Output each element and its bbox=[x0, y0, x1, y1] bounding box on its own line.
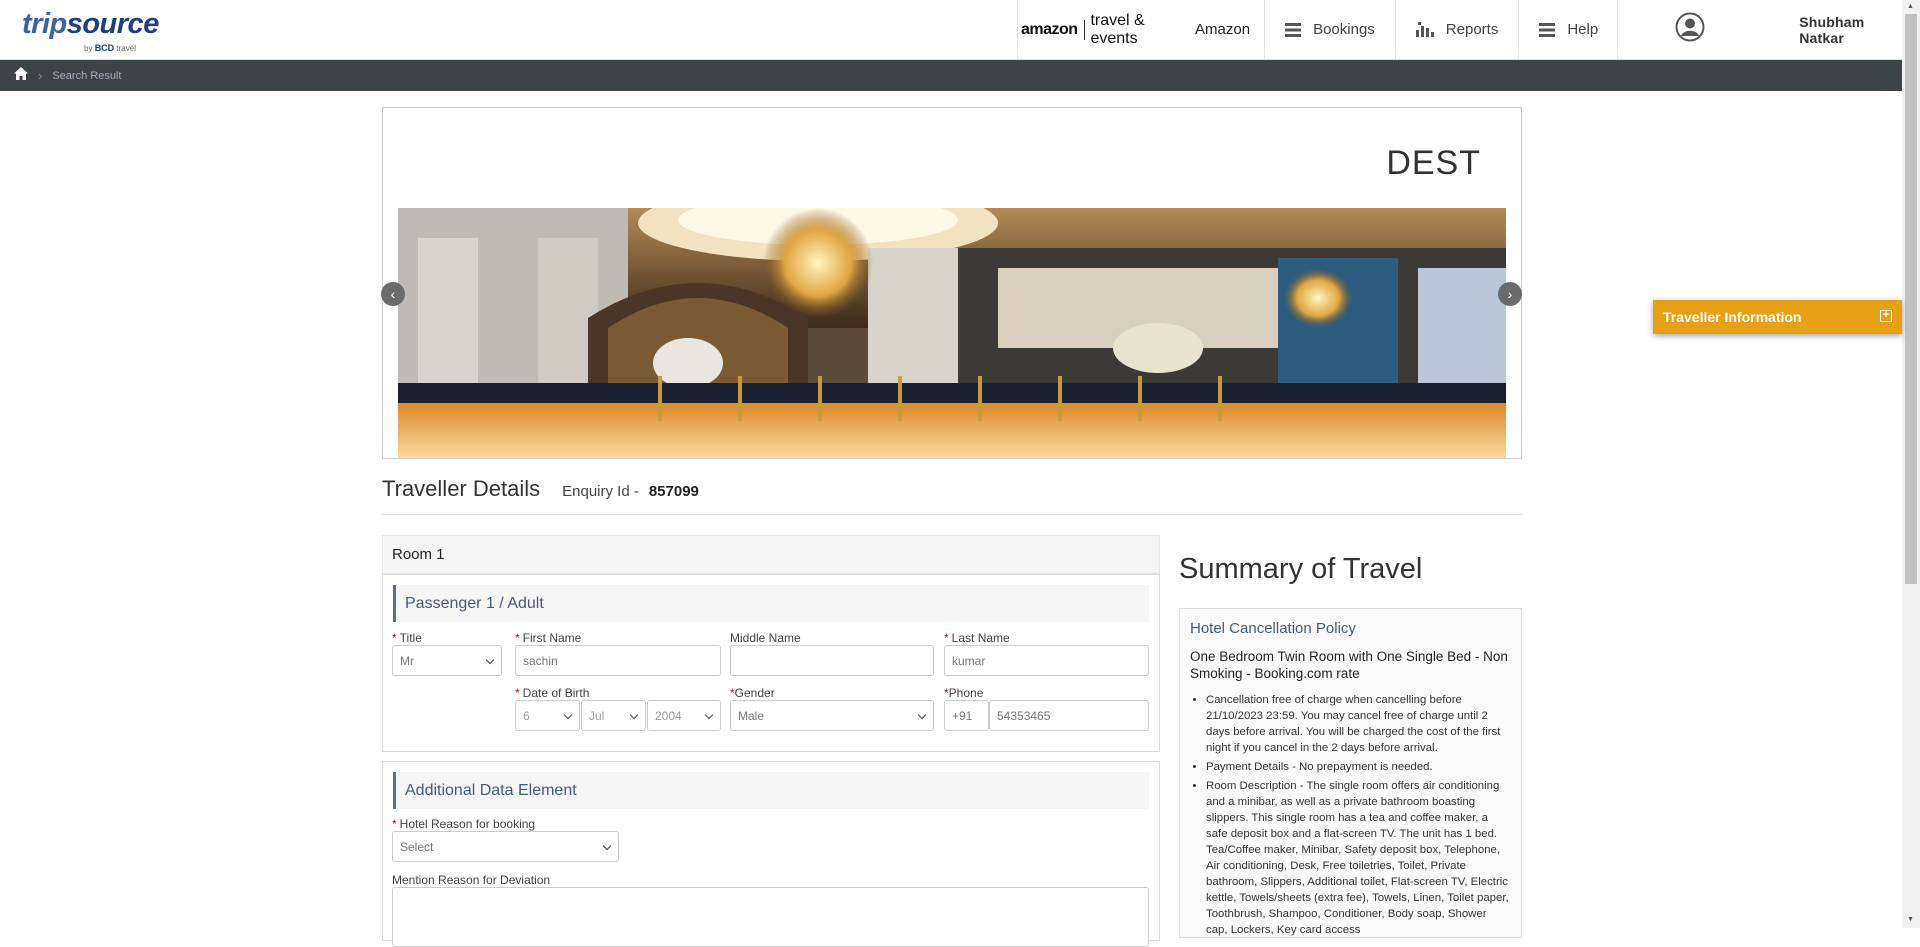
list-icon bbox=[1285, 22, 1302, 37]
hotel-lobby-image bbox=[398, 208, 1506, 458]
cancellation-policy-heading: Hotel Cancellation Policy bbox=[1190, 620, 1356, 637]
tripsource-logo[interactable]: tripsource by BCD travel bbox=[22, 8, 160, 53]
expand-icon[interactable]: + bbox=[1880, 310, 1892, 322]
summary-box: Hotel Cancellation Policy One Bedroom Tw… bbox=[1179, 608, 1522, 938]
middle-name-label: Middle Name bbox=[730, 631, 801, 645]
breadcrumb-current: Search Result bbox=[52, 69, 122, 82]
main-nav: amazon travel & events Amazon Bookings R… bbox=[1017, 0, 1902, 59]
phone-label: *Phone bbox=[944, 686, 984, 700]
hotel-reason-select[interactable]: Select bbox=[392, 831, 619, 862]
summary-title: Summary of Travel bbox=[1179, 553, 1423, 585]
title-label: * Title bbox=[392, 631, 422, 645]
additional-data-panel: Additional Data Element * Hotel Reason fo… bbox=[382, 761, 1160, 947]
user-name[interactable]: Shubham Natkar bbox=[1799, 14, 1902, 46]
traveller-details-header: Traveller Details Enquiry Id - 857099 bbox=[382, 476, 1522, 515]
phone-number-input[interactable]: 54353465 bbox=[989, 700, 1149, 731]
scroll-up-icon[interactable]: ▲ bbox=[1907, 3, 1914, 10]
policy-list: Cancellation free of charge when cancell… bbox=[1190, 692, 1511, 937]
page-title: Traveller Details bbox=[382, 476, 541, 501]
deviation-reason-textarea[interactable] bbox=[392, 887, 1149, 947]
user-profile[interactable]: Shubham Natkar bbox=[1617, 0, 1902, 59]
travel-events-text: travel & events bbox=[1090, 11, 1145, 47]
gender-label: *Gender bbox=[730, 686, 775, 700]
logo-text-trip: trip bbox=[22, 8, 67, 40]
title-select[interactable]: Mr bbox=[392, 645, 502, 676]
passenger-panel: Passenger 1 / Adult * Title Mr * First Nam… bbox=[382, 574, 1160, 752]
nav-reports[interactable]: Reports bbox=[1394, 0, 1519, 59]
policy-item: Cancellation free of charge when cancell… bbox=[1206, 692, 1511, 756]
user-avatar-icon[interactable] bbox=[1675, 12, 1705, 47]
client-logo: amazon travel & events Amazon bbox=[1017, 0, 1264, 59]
dob-month-select[interactable]: Jul bbox=[581, 700, 646, 731]
policy-item: Payment Details - No prepayment is neede… bbox=[1206, 759, 1511, 775]
room-name: One Bedroom Twin Room with One Single Be… bbox=[1190, 649, 1508, 681]
gallery-next-icon[interactable]: › bbox=[1498, 282, 1522, 306]
client-name: Amazon bbox=[1195, 21, 1251, 38]
scrollbar-thumb[interactable] bbox=[1905, 14, 1917, 584]
gender-select[interactable]: Male bbox=[730, 700, 934, 731]
traveller-information-tab[interactable]: Traveller Information + bbox=[1653, 300, 1902, 334]
nav-help[interactable]: Help bbox=[1518, 0, 1617, 59]
middle-name-input[interactable] bbox=[730, 645, 934, 676]
additional-data-heading: Additional Data Element bbox=[393, 772, 1149, 809]
hotel-reason-label: * Hotel Reason for booking bbox=[392, 817, 536, 831]
dob-year-select[interactable]: 2004 bbox=[647, 700, 721, 731]
logo-text-source: source bbox=[66, 8, 160, 40]
first-name-input[interactable]: sachin bbox=[515, 645, 721, 676]
enquiry-id-value: 857099 bbox=[648, 483, 699, 500]
room-label: Room 1 bbox=[392, 546, 445, 563]
nav-bookings[interactable]: Bookings bbox=[1264, 0, 1395, 59]
last-name-label: * Last Name bbox=[944, 631, 1010, 645]
breadcrumb: › Search Result bbox=[0, 60, 1902, 91]
traveller-information-label: Traveller Information bbox=[1663, 309, 1802, 325]
room-header: Room 1 bbox=[382, 535, 1160, 574]
scroll-down-icon[interactable]: ▼ bbox=[1907, 916, 1914, 923]
top-header: tripsource by BCD travel amazon travel &… bbox=[0, 0, 1902, 60]
logo-byline: by BCD travel bbox=[84, 43, 136, 53]
gallery-prev-icon[interactable]: ‹ bbox=[381, 282, 405, 306]
phone-country-code[interactable]: +91 bbox=[944, 700, 989, 731]
passenger-heading: Passenger 1 / Adult bbox=[393, 585, 1149, 622]
enquiry-id-label: Enquiry Id - bbox=[562, 483, 639, 500]
dob-day-select[interactable]: 6 bbox=[515, 700, 580, 731]
first-name-label: * First Name bbox=[515, 631, 582, 645]
policy-item: Room Description - The single room offer… bbox=[1206, 778, 1511, 937]
list-icon bbox=[1539, 22, 1556, 37]
home-icon[interactable] bbox=[14, 66, 28, 85]
nav-reports-label: Reports bbox=[1445, 21, 1499, 38]
last-name-input[interactable]: kumar bbox=[944, 645, 1149, 676]
breadcrumb-separator-icon: › bbox=[38, 68, 43, 83]
nav-help-label: Help bbox=[1567, 21, 1599, 38]
bar-chart-icon bbox=[1415, 22, 1434, 37]
dob-label: * Date of Birth bbox=[515, 686, 590, 700]
nav-bookings-label: Bookings bbox=[1313, 21, 1375, 38]
destination-title: DEST bbox=[1386, 144, 1481, 182]
page-scrollbar[interactable]: ▲ ▼ bbox=[1902, 0, 1920, 928]
deviation-reason-label: Mention Reason for Deviation bbox=[392, 873, 551, 887]
amazon-logo-text: amazon bbox=[1021, 20, 1078, 38]
hotel-gallery: DEST ‹ › bbox=[381, 107, 1522, 459]
